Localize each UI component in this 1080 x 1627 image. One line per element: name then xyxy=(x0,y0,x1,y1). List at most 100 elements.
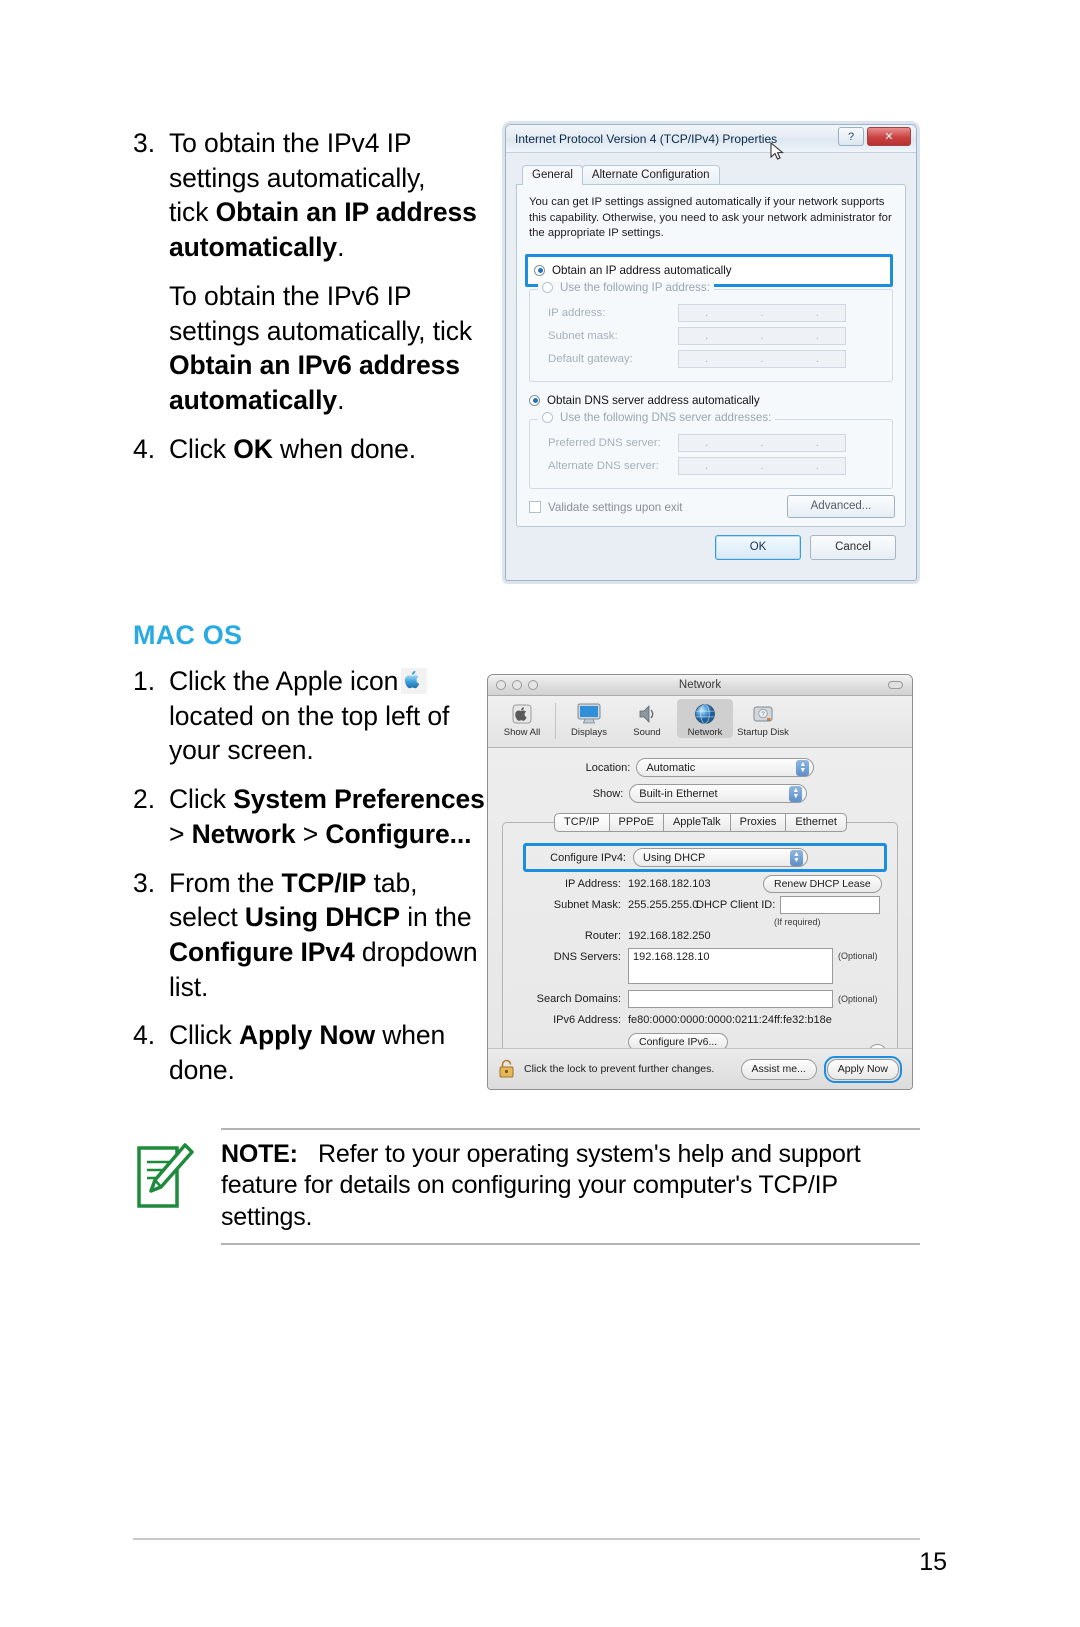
tab-pppoe[interactable]: PPPoE xyxy=(608,813,664,832)
toolbar-item-startup-disk[interactable]: ? Startup Disk xyxy=(735,699,791,738)
show-value: Built-in Ethernet xyxy=(639,787,718,800)
radio-icon[interactable] xyxy=(542,411,553,423)
field-ip-address: IP address: ... xyxy=(548,303,884,322)
advanced-button[interactable]: Advanced... xyxy=(787,494,895,518)
location-row: Location: Automatic ▲ ▼ xyxy=(502,758,898,777)
mouse-cursor-icon xyxy=(770,141,786,165)
subnet-mask-row: Subnet Mask: 255.255.255.0 DHCP Client I… xyxy=(513,896,887,914)
toolbar-item-network[interactable]: Network xyxy=(677,699,733,738)
toolbar-item-label: Sound xyxy=(633,727,661,738)
step3-tick: tick xyxy=(169,197,216,228)
page: 3. To obtain the IPv4 IP settings automa… xyxy=(0,0,1080,1627)
radio-use-following-ip[interactable]: Use the following IP address: xyxy=(538,280,714,294)
note-bottom-divider xyxy=(221,1242,920,1245)
step4-post: when done. xyxy=(272,433,417,464)
toolbar-item-sound[interactable]: Sound xyxy=(619,699,675,738)
close-icon[interactable]: ✕ xyxy=(867,127,911,146)
radio-obtain-dns-automatically[interactable]: Obtain DNS server address automatically xyxy=(529,394,893,407)
step1-pre: Click the Apple icon xyxy=(169,666,399,696)
lock-icon[interactable] xyxy=(498,1058,516,1080)
step2-pre: Click xyxy=(169,784,234,815)
windows-ipv4-properties-dialog[interactable]: Internet Protocol Version 4 (TCP/IPv4) P… xyxy=(505,124,917,581)
sound-icon xyxy=(619,701,675,727)
toolbar-item-label: Startup Disk xyxy=(737,727,789,738)
window-controls: ? ✕ xyxy=(838,127,911,146)
note-text: NOTE: Refer to your operating system's h… xyxy=(221,1130,920,1233)
window-title: Internet Protocol Version 4 (TCP/IPv4) P… xyxy=(515,131,778,146)
ok-button[interactable]: OK xyxy=(715,534,801,560)
step2-sep2: > xyxy=(295,818,326,849)
radio-obtain-ip-automatically[interactable]: Obtain an IP address automatically xyxy=(534,264,884,277)
dns-optional-hint: (Optional) xyxy=(838,951,878,961)
show-label: Show: xyxy=(592,787,624,800)
field-label: Preferred DNS server: xyxy=(548,436,661,449)
ip-address-input[interactable]: ... xyxy=(678,303,846,322)
radio-icon[interactable] xyxy=(542,281,553,293)
instructions-windows: 3. To obtain the IPv4 IP settings automa… xyxy=(133,126,493,480)
dns-servers-row: DNS Servers: 192.168.128.10 (Optional) xyxy=(513,948,887,984)
configure-ipv4-row: Configure IPv4: Using DHCP ▲ ▼ xyxy=(530,848,880,867)
field-preferred-dns: Preferred DNS server: ... xyxy=(548,433,884,452)
preferred-dns-input[interactable]: ... xyxy=(678,433,846,452)
alternate-dns-input[interactable]: ... xyxy=(678,456,846,475)
toolbar-item-label: Network xyxy=(687,727,723,738)
manual-dns-group: Use the following DNS server addresses: … xyxy=(529,410,893,489)
tab-tcpip[interactable]: TCP/IP xyxy=(554,813,610,832)
step-text: Click OK when done. xyxy=(169,432,493,467)
ip-address-value: 192.168.182.103 xyxy=(628,878,711,890)
step-text: Click the Apple icon located on the top … xyxy=(169,664,488,768)
show-select[interactable]: Built-in Ethernet ▲ ▼ xyxy=(629,784,808,803)
tab-appletalk[interactable]: AppleTalk xyxy=(662,813,731,832)
show-row: Show: Built-in Ethernet ▲ ▼ xyxy=(502,784,898,803)
note-body: Refer to your operating system's help an… xyxy=(221,1140,861,1231)
toolbar-item-displays[interactable]: Displays xyxy=(561,699,617,738)
tab-proxies[interactable]: Proxies xyxy=(729,813,787,832)
dns-servers-input[interactable]: 192.168.128.10 xyxy=(628,948,833,984)
step4-pre: Click xyxy=(169,433,234,464)
tab-ethernet[interactable]: Ethernet xyxy=(785,813,847,832)
field-alternate-dns: Alternate DNS server: ... xyxy=(548,456,884,475)
router-value: 192.168.182.250 xyxy=(628,930,711,942)
panel-description: You can get IP settings assigned automat… xyxy=(529,196,892,240)
router-row: Router: 192.168.182.250 xyxy=(513,930,887,942)
ipv6-address-value: fe80:0000:0000:0000:0211:24ff:fe32:b18e xyxy=(628,1014,832,1026)
default-gateway-input[interactable]: ... xyxy=(678,349,846,368)
step-text: To obtain the IPv4 IP settings automatic… xyxy=(169,126,493,265)
window-body: General Alternate Configuration You can … xyxy=(506,153,916,570)
ip-address-label: IP Address: xyxy=(564,878,621,890)
tabstrip: General Alternate Configuration xyxy=(522,161,906,185)
help-button[interactable]: ? xyxy=(838,127,864,146)
if-required-hint: (If required) xyxy=(774,917,821,927)
router-label: Router: xyxy=(584,930,621,942)
search-domains-row: Search Domains: (Optional) xyxy=(513,990,887,1008)
assist-me-button[interactable]: Assist me... xyxy=(740,1058,817,1080)
radio-use-following-dns[interactable]: Use the following DNS server addresses: xyxy=(538,410,776,424)
instructions-macos: 1. Click the Apple icon located on the t… xyxy=(133,664,488,1102)
step3m-b3: Configure IPv4 xyxy=(169,936,355,967)
cancel-button[interactable]: Cancel xyxy=(810,534,896,560)
subnet-mask-input[interactable]: ... xyxy=(678,326,846,345)
search-domains-input[interactable] xyxy=(628,990,833,1008)
checkbox-icon[interactable] xyxy=(529,501,541,514)
list-item: 1. Click the Apple icon located on the t… xyxy=(133,664,488,768)
apply-now-button[interactable]: Apply Now xyxy=(826,1058,899,1080)
toolbar-item-show-all[interactable]: Show All xyxy=(494,699,550,738)
radio-icon[interactable] xyxy=(534,264,545,276)
toolbar-item-label: Displays xyxy=(571,727,607,738)
toolbar-toggle-icon[interactable] xyxy=(888,681,903,689)
field-label: Subnet mask: xyxy=(548,329,618,342)
step-number: 2. xyxy=(133,784,156,815)
step2-b1: System Preferences xyxy=(233,784,485,815)
renew-dhcp-lease-button[interactable]: Renew DHCP Lease xyxy=(763,875,882,893)
macos-network-preferences-window[interactable]: Network Show All Displays Sound Network … xyxy=(487,674,913,1090)
tab-alternate-configuration[interactable]: Alternate Configuration xyxy=(581,165,720,185)
configure-ipv4-select[interactable]: Using DHCP ▲ ▼ xyxy=(633,848,808,867)
tab-general[interactable]: General xyxy=(522,165,583,185)
step3m-mid2: in the xyxy=(399,902,472,933)
step-text: From the TCP/IP tab, select Using DHCP i… xyxy=(169,866,488,1005)
radio-icon[interactable] xyxy=(529,394,540,406)
list-item: 4. Click OK when done. xyxy=(133,432,493,467)
dhcp-client-id-input[interactable] xyxy=(780,896,881,914)
mac-os-heading: MAC OS xyxy=(133,620,243,650)
location-select[interactable]: Automatic ▲ ▼ xyxy=(636,758,815,777)
